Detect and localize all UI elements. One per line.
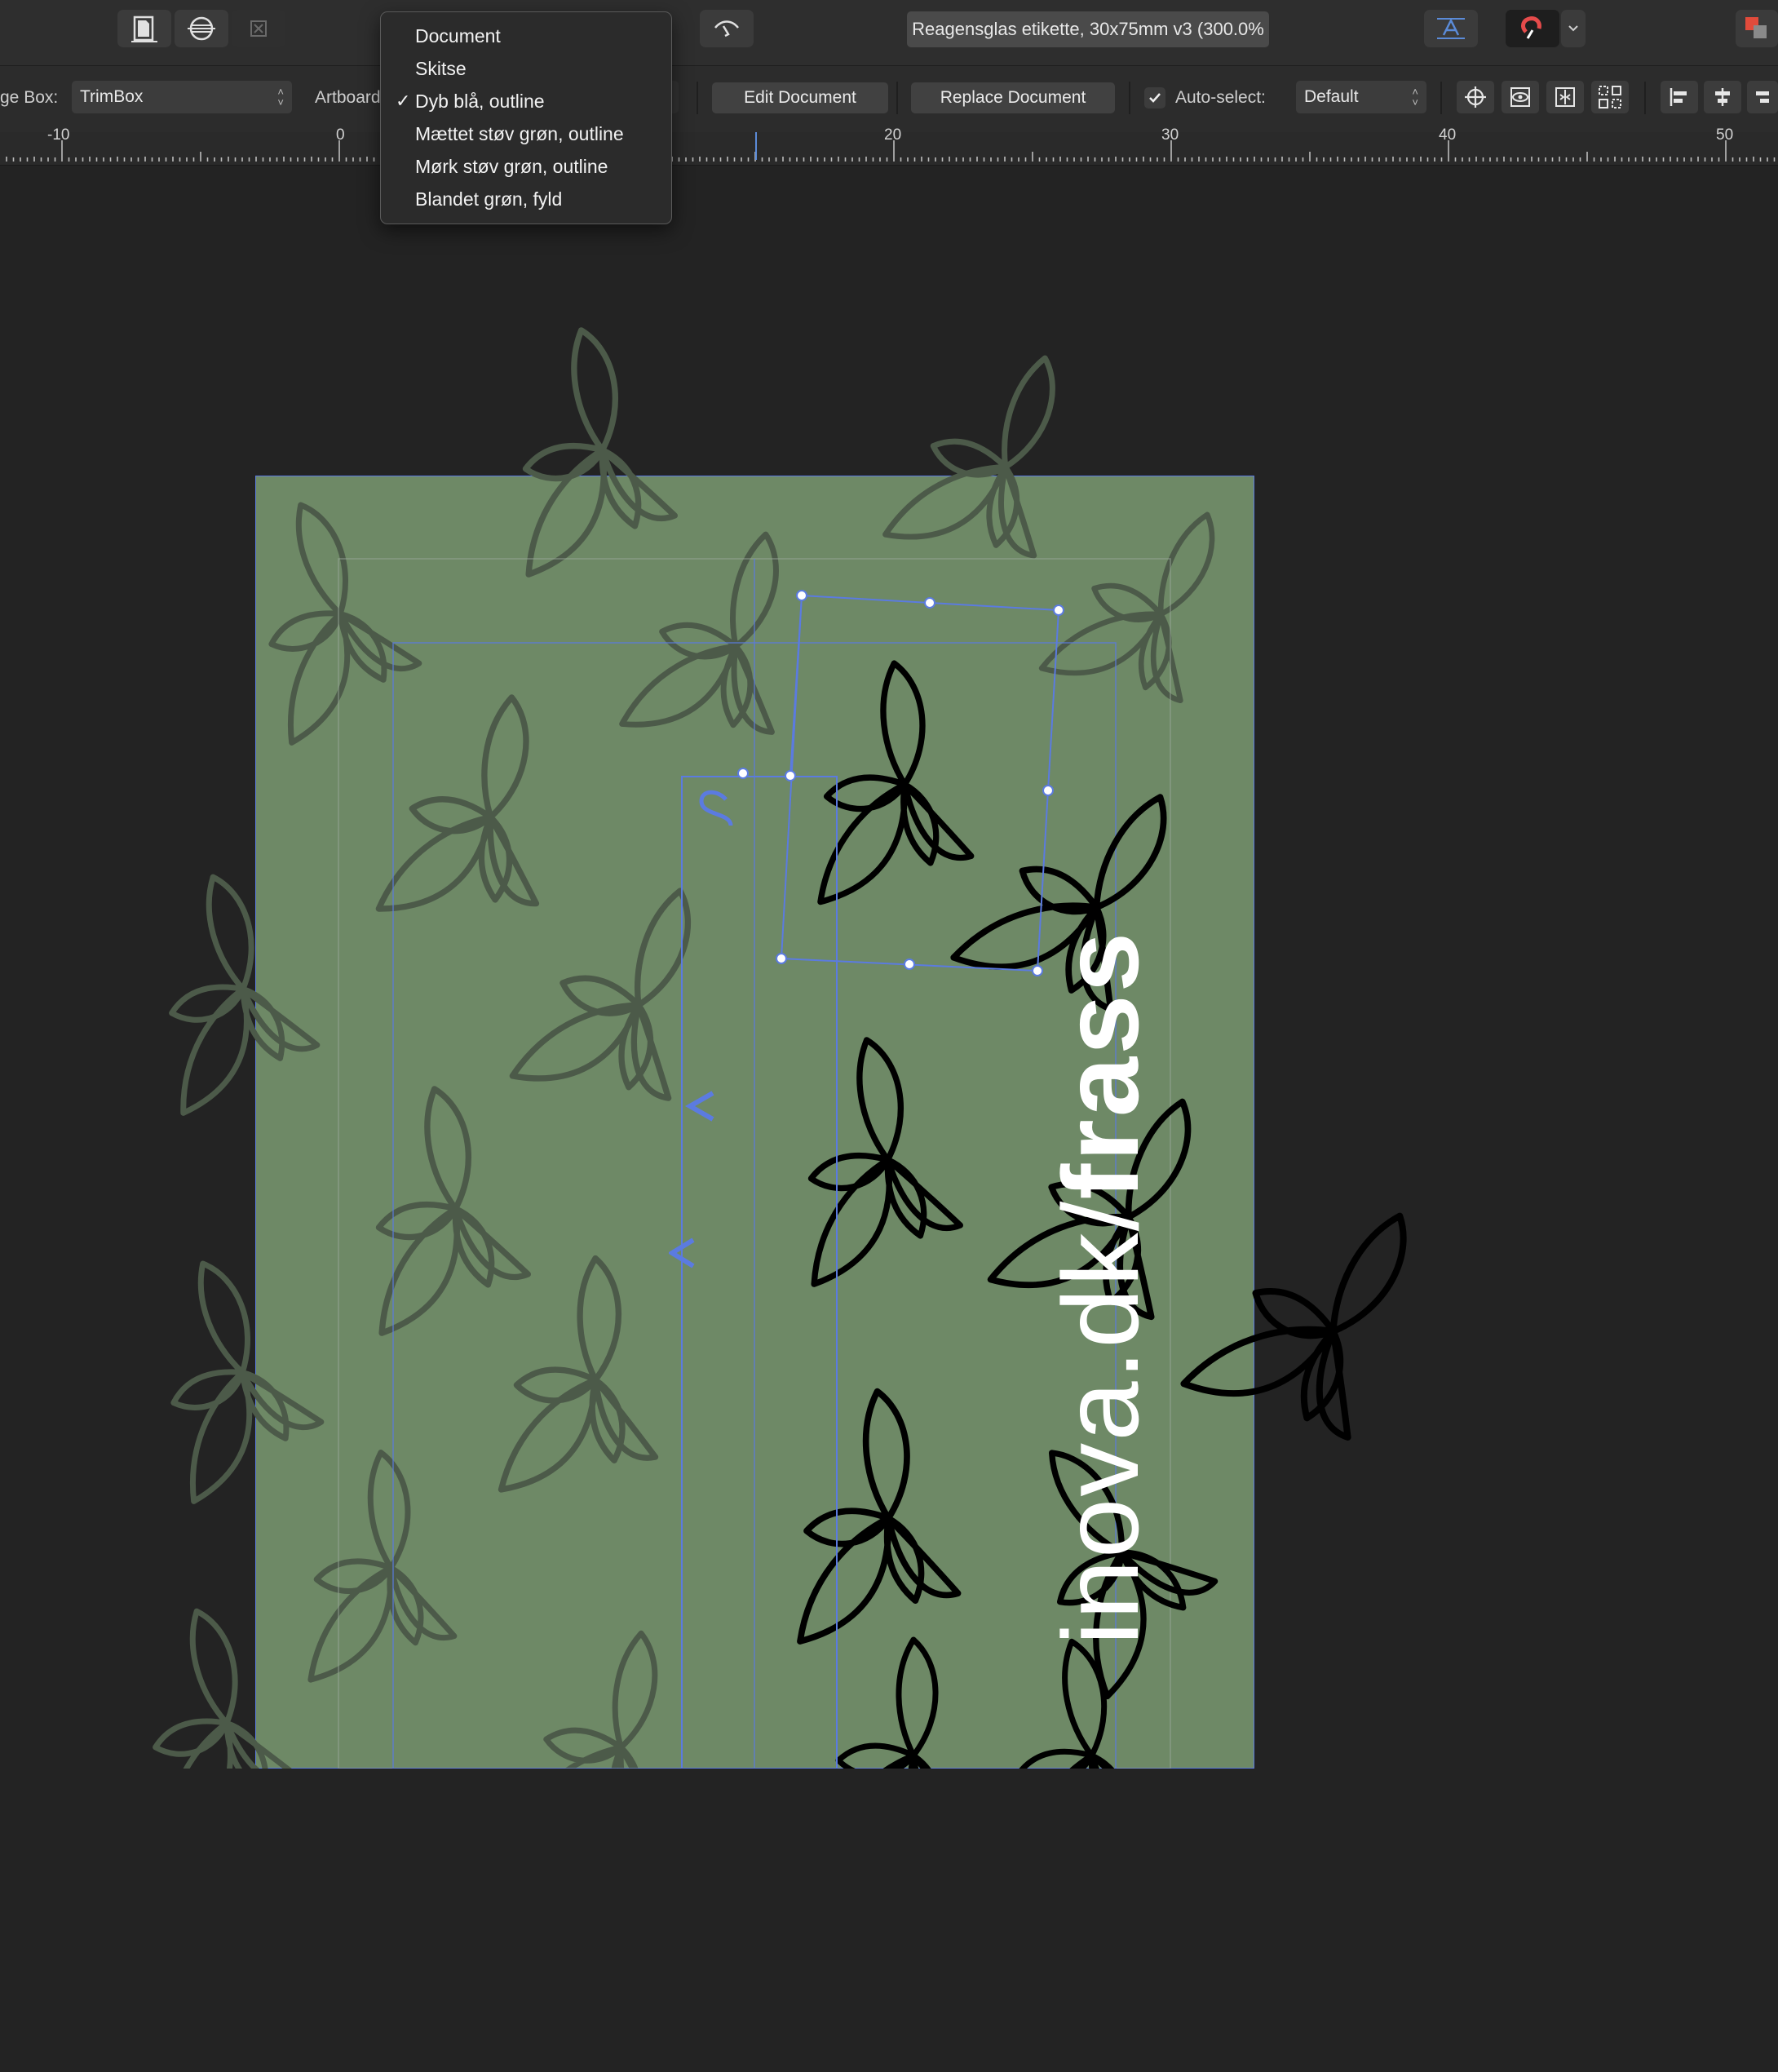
leaf-motif <box>489 320 680 574</box>
canvas-artwork <box>0 0 1778 1769</box>
checkmark-icon: ✓ <box>396 91 411 111</box>
leaf-motif <box>216 485 429 742</box>
leaf-motif <box>622 511 821 762</box>
artboard-dropdown-menu: Document Skitse ✓ Dyb blå, outline Mætte… <box>380 11 672 224</box>
leaf-motif <box>118 1244 331 1501</box>
leaf-motif <box>126 862 325 1113</box>
leaf-motif <box>378 681 570 936</box>
label-text-plain: inova.dk/ <box>1041 1199 1161 1645</box>
text-flow-markers <box>669 790 733 1268</box>
menu-item-blandet-gron[interactable]: Blandet grøn, fyld <box>415 188 562 210</box>
leaf-motif <box>1183 1164 1457 1468</box>
menu-item-dyb-bla[interactable]: Dyb blå, outline <box>415 91 545 113</box>
menu-item-mork-stov-gron[interactable]: Mørk støv grøn, outline <box>415 156 608 178</box>
leaf-motif <box>824 1640 971 1769</box>
leaf-motif <box>515 1618 697 1769</box>
menu-item-document[interactable]: Document <box>415 25 501 47</box>
leaf-motif <box>291 1447 457 1680</box>
leaf-motif <box>800 658 974 902</box>
leaf-motif <box>502 1259 656 1490</box>
label-text-bold: frass <box>1041 930 1161 1200</box>
menu-item-maettet-stov-gron[interactable]: Mættet støv grøn, outline <box>415 123 624 145</box>
leaf-motif <box>342 1078 533 1333</box>
menu-item-skitse[interactable]: Skitse <box>415 58 467 80</box>
leaf-motif <box>110 1596 309 1769</box>
leaf-motif <box>886 327 1099 584</box>
leaf-motif <box>779 1386 961 1641</box>
leaf-motif <box>1042 479 1256 728</box>
label-text[interactable]: inova.dk/frass <box>1036 930 1166 2072</box>
